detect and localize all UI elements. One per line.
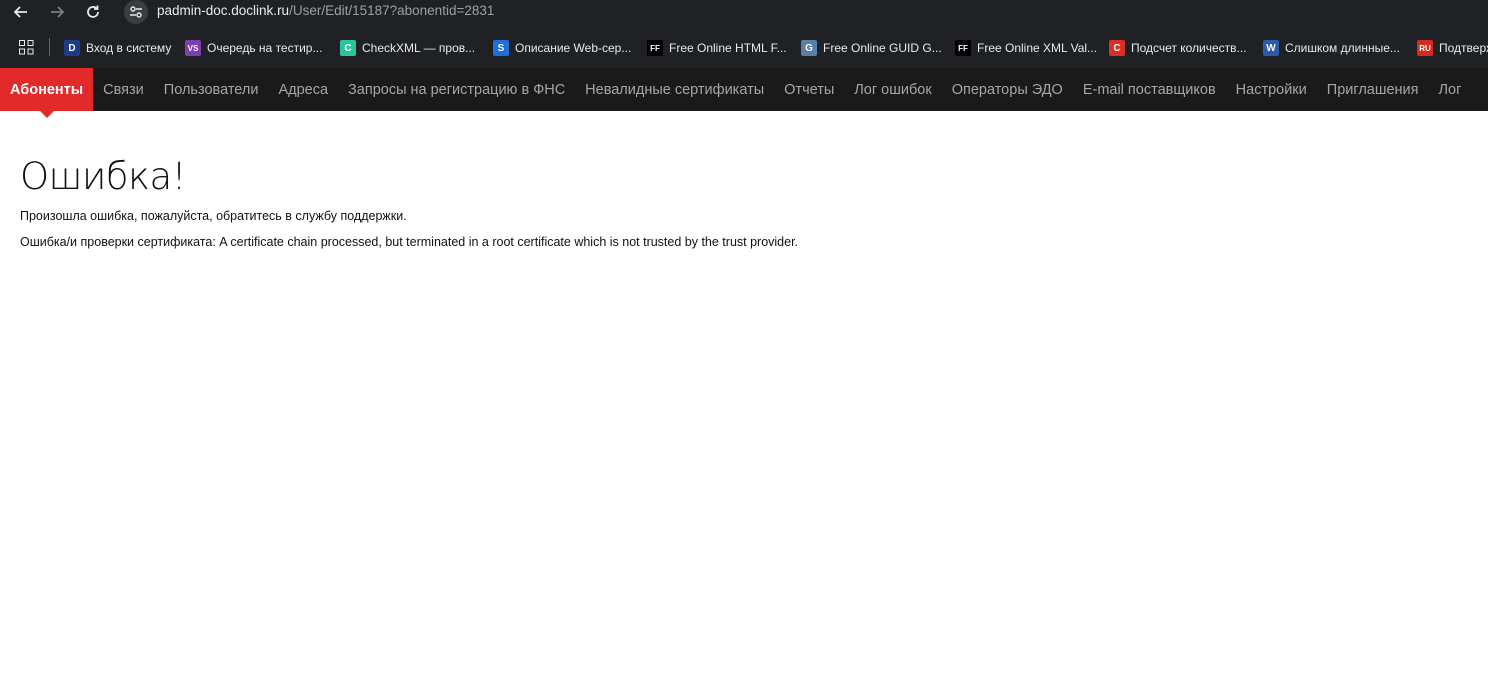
bookmark-item[interactable]: FF Free Online XML Val... [955, 38, 1097, 58]
bookmark-favicon-icon: FF [647, 40, 663, 56]
browser-toolbar: padmin-doc.doclink.ru/User/Edit/15187?ab… [0, 0, 1488, 27]
bookmark-item[interactable]: C CheckXML — пров... [340, 38, 475, 58]
bookmark-favicon-icon: C [1109, 40, 1125, 56]
nav-item[interactable]: Настройки [1226, 68, 1317, 111]
bookmark-item[interactable]: G Free Online GUID G... [801, 38, 942, 58]
nav-item[interactable]: Связи [93, 68, 154, 111]
bookmark-label: Описание Web-сер... [515, 41, 632, 55]
apps-grid-icon[interactable] [19, 40, 34, 59]
bookmark-label: Очередь на тестир... [207, 41, 323, 55]
reload-icon[interactable] [83, 2, 103, 22]
bookmark-item[interactable]: VS Очередь на тестир... [185, 38, 322, 58]
address-bar[interactable]: padmin-doc.doclink.ru/User/Edit/15187?ab… [157, 3, 494, 18]
bookmark-item[interactable]: S Описание Web-сер... [493, 38, 631, 58]
bookmark-favicon-icon: RU [1417, 40, 1433, 56]
nav-item[interactable]: Приглашения [1317, 68, 1429, 111]
nav-item[interactable]: Запросы на регистрацию в ФНС [338, 68, 575, 111]
url-path: /User/Edit/15187?abonentid=2831 [289, 3, 495, 18]
nav-item[interactable]: Адреса [268, 68, 338, 111]
bookmark-label: Слишком длинные... [1285, 41, 1400, 55]
main-nav: Абоненты Связи Пользователи Адреса Запросы н… [0, 68, 1488, 118]
bookmark-item[interactable]: D Вход в систему [64, 38, 171, 58]
nav-item[interactable]: E-mail поставщиков [1073, 68, 1226, 111]
bookmark-item[interactable]: W Слишком длинные... [1263, 38, 1400, 58]
bookmark-label: Free Online GUID G... [823, 41, 942, 55]
bookmark-label: Free Online XML Val... [977, 41, 1098, 55]
bookmark-label: CheckXML — пров... [362, 41, 476, 55]
bookmark-favicon-icon: D [64, 40, 80, 56]
page-title: Ошибка! [20, 155, 187, 198]
nav-item[interactable]: Абоненты [0, 68, 94, 118]
nav-item[interactable]: Невалидные сертификаты [575, 68, 774, 111]
bookmark-item[interactable]: RU Подтверж [1417, 38, 1488, 58]
nav-item[interactable]: Пользователи [154, 68, 269, 111]
bookmark-favicon-icon: W [1263, 40, 1279, 56]
bookmark-favicon-icon: G [801, 40, 817, 56]
bookmark-label: Вход в систему [86, 41, 172, 55]
nav-item[interactable]: Операторы ЭДО [942, 68, 1073, 111]
back-arrow-icon[interactable] [11, 2, 31, 22]
forward-arrow-icon[interactable] [47, 2, 67, 22]
error-detail: Ошибка/и проверки сертификата: A certifi… [20, 235, 799, 249]
bookmark-favicon-icon: FF [955, 40, 971, 56]
nav-item[interactable]: Лог [1429, 68, 1472, 111]
bookmark-favicon-icon: C [340, 40, 356, 56]
bookmarks-separator [49, 38, 50, 56]
bookmark-label: Подсчет количеств... [1131, 41, 1247, 55]
bookmark-item[interactable]: C Подсчет количеств... [1109, 38, 1247, 58]
nav-item[interactable]: Лог ошибок [844, 68, 941, 111]
bookmarks-bar: D Вход в систему VS Очередь на тестир... C Ch… [0, 27, 1488, 68]
url-host: padmin-doc.doclink.ru [157, 3, 290, 18]
bookmark-label: Подтверж [1439, 41, 1488, 55]
site-settings-icon[interactable] [124, 0, 148, 24]
main-content: Ошибка! Произошла ошибка, пожалуйста, об… [0, 111, 1488, 249]
bookmark-favicon-icon: S [493, 40, 509, 56]
nav-item[interactable]: Отчеты [774, 68, 844, 111]
bookmark-item[interactable]: FF Free Online HTML F... [647, 38, 787, 58]
bookmark-label: Free Online HTML F... [669, 41, 787, 55]
error-message: Произошла ошибка, пожалуйста, обратитесь… [20, 209, 407, 223]
bookmark-favicon-icon: VS [185, 40, 201, 56]
